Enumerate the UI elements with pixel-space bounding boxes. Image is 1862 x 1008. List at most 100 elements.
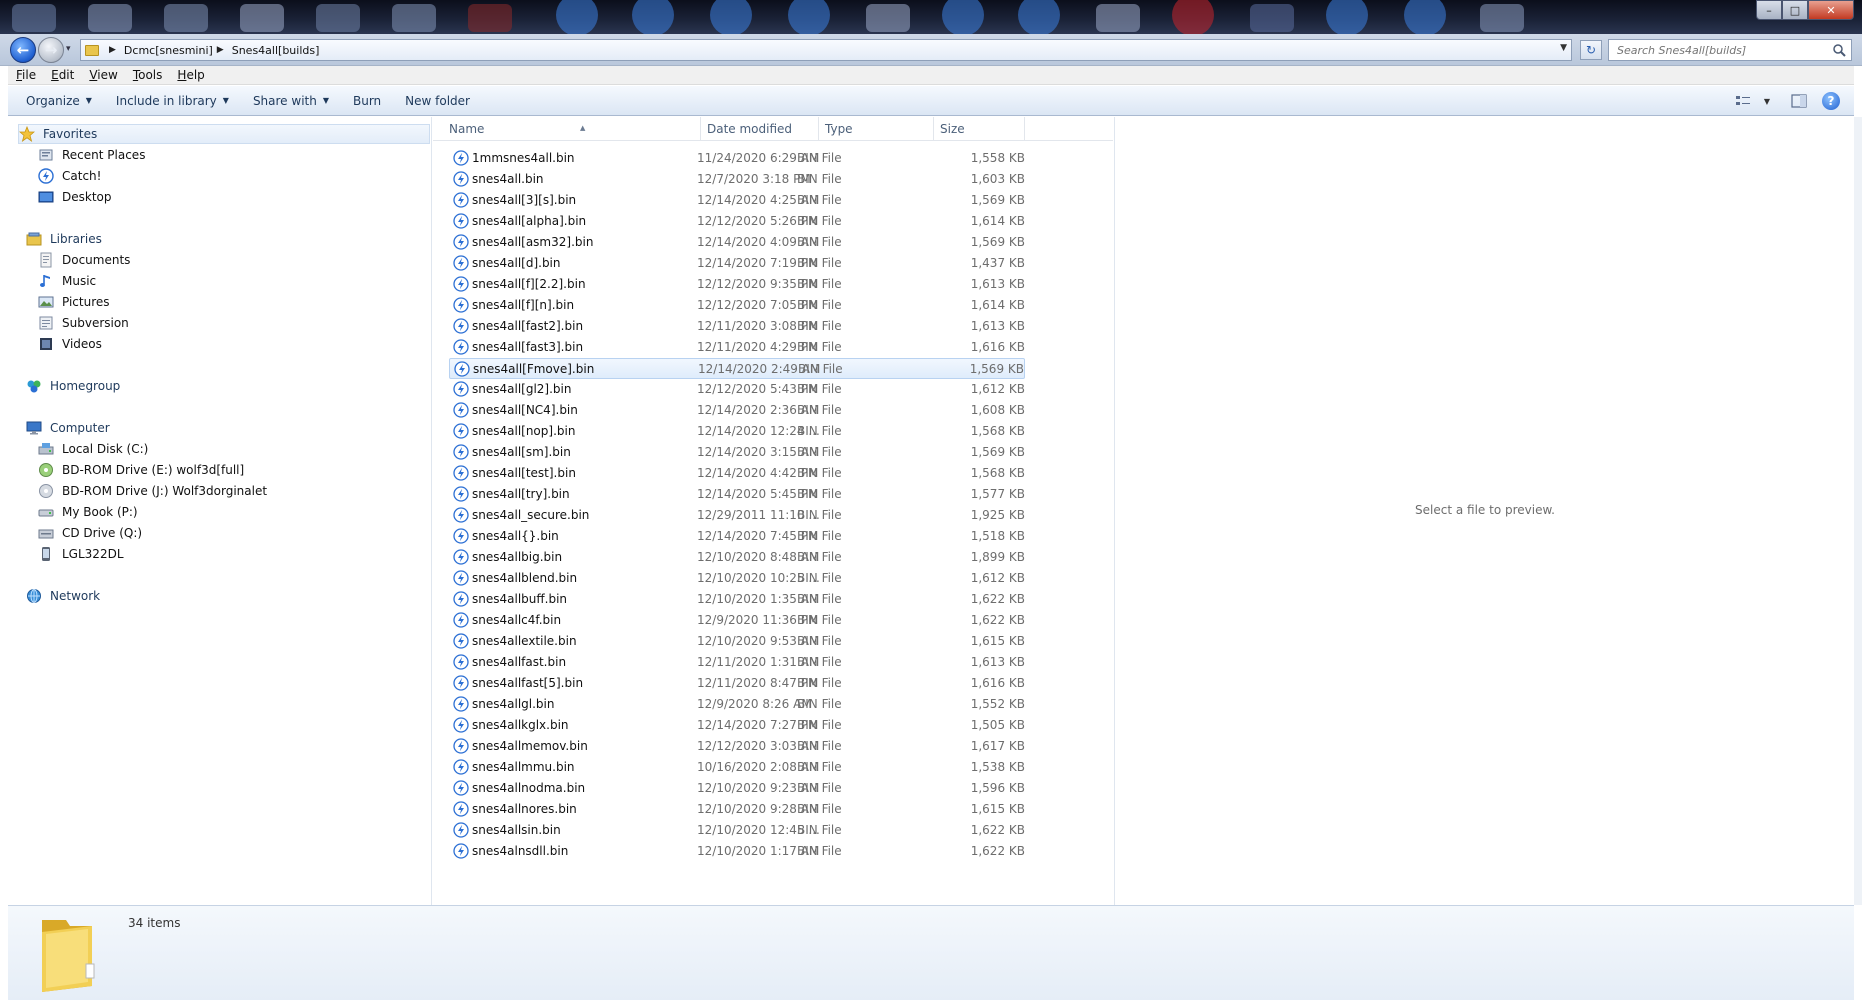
nav-desktop[interactable]: Desktop — [38, 187, 112, 207]
column-header-size[interactable]: Size — [934, 117, 1025, 141]
file-row[interactable]: snes4allnodma.bin 12/10/2020 9:23 AM BIN F… — [449, 778, 1025, 799]
file-row[interactable]: snes4allmemov.bin 12/12/2020 3:03 AM BIN F… — [449, 736, 1025, 757]
nav-videos[interactable]: Videos — [38, 334, 102, 354]
minimize-button[interactable]: – — [1756, 0, 1782, 20]
nav-my-book-p[interactable]: My Book (P:) — [38, 502, 138, 522]
blurred-icon — [1480, 4, 1524, 32]
nav-music[interactable]: Music — [38, 271, 96, 291]
nav-recent-places[interactable]: Recent Places — [38, 145, 145, 165]
file-row[interactable]: snes4allnores.bin 12/10/2020 9:28 AM BIN F… — [449, 799, 1025, 820]
file-row[interactable]: snes4all[Fmove].bin 12/14/2020 2:49 AM BIN… — [449, 358, 1025, 379]
nav-local-disk-c[interactable]: Local Disk (C:) — [38, 439, 148, 459]
file-row[interactable]: snes4all[gl2].bin 12/12/2020 5:43 PM BIN F… — [449, 379, 1025, 400]
file-row[interactable]: snes4all[asm32].bin 12/14/2020 4:09 AM BIN… — [449, 232, 1025, 253]
blurred-icon — [164, 4, 208, 32]
file-row[interactable]: 1mmsnes4all.bin 11/24/2020 6:29 AM BIN Fil… — [449, 148, 1025, 169]
burn-button[interactable]: Burn — [353, 94, 381, 108]
view-options-dropdown-icon[interactable]: ▼ — [1756, 90, 1778, 112]
desktop-icon — [38, 189, 54, 205]
back-button[interactable]: ← — [10, 37, 36, 63]
file-row[interactable]: snes4all_secure.bin 12/29/2011 11:10 ... B… — [449, 505, 1025, 526]
nav-libraries[interactable]: Libraries — [26, 229, 102, 249]
nav-item-label: Desktop — [62, 190, 112, 204]
file-row[interactable]: snes4allextile.bin 12/10/2020 9:53 AM BIN … — [449, 631, 1025, 652]
file-row[interactable]: snes4allbuff.bin 12/10/2020 1:35 AM BIN Fi… — [449, 589, 1025, 610]
file-row[interactable]: snes4all[try].bin 12/14/2020 5:45 PM BIN F… — [449, 484, 1025, 505]
file-row[interactable]: snes4allkglx.bin 12/14/2020 7:27 PM BIN Fi… — [449, 715, 1025, 736]
refresh-button[interactable]: ↻ — [1580, 40, 1602, 60]
help-button[interactable]: ? — [1820, 90, 1842, 112]
new-folder-button[interactable]: New folder — [405, 94, 470, 108]
file-name: snes4allfast[5].bin — [472, 676, 584, 690]
close-button[interactable]: ✕ — [1808, 0, 1854, 20]
file-row[interactable]: snes4all[test].bin 12/14/2020 4:42 PM BIN … — [449, 463, 1025, 484]
nav-bd-rom-e[interactable]: BD-ROM Drive (E:) wolf3d[full] — [38, 460, 244, 480]
nav-item-label: Documents — [62, 253, 131, 267]
file-size: 1,622 KB — [970, 592, 1025, 606]
file-row[interactable]: snes4all[nop].bin 12/14/2020 12:24 ... BIN… — [449, 421, 1025, 442]
search-box[interactable] — [1608, 39, 1852, 61]
column-header-name[interactable]: Name ▲ — [443, 117, 701, 141]
search-icon[interactable] — [1832, 43, 1846, 57]
nav-cd-drive-q[interactable]: CD Drive (Q:) — [38, 523, 142, 543]
blurred-icon — [1404, 0, 1446, 34]
file-row[interactable]: snes4all[sm].bin 12/14/2020 3:15 AM BIN Fi… — [449, 442, 1025, 463]
nav-catch[interactable]: Catch! — [38, 166, 101, 186]
nav-favorites[interactable]: Favorites — [18, 124, 430, 144]
breadcrumb-item[interactable]: Dcmc[snesmini] — [124, 44, 213, 57]
nav-network[interactable]: Network — [26, 586, 100, 606]
recent-pages-dropdown-icon[interactable]: ▾ — [66, 44, 71, 54]
preview-pane-toggle-icon[interactable] — [1788, 90, 1810, 112]
nav-documents[interactable]: Documents — [38, 250, 130, 270]
maximize-button[interactable]: □ — [1782, 0, 1808, 20]
file-row[interactable]: snes4allfast.bin 12/11/2020 1:31 AM BIN Fi… — [449, 652, 1025, 673]
chevron-right-icon[interactable]: ▶ — [109, 45, 116, 55]
file-row[interactable]: snes4allfast[5].bin 12/11/2020 8:47 PM BIN… — [449, 673, 1025, 694]
file-row[interactable]: snes4all{}.bin 12/14/2020 7:45 PM BIN File… — [449, 526, 1025, 547]
file-row[interactable]: snes4all[f][2.2].bin 12/12/2020 9:35 PM BI… — [449, 274, 1025, 295]
nav-bd-rom-j[interactable]: BD-ROM Drive (J:) Wolf3dorginalet — [38, 481, 267, 501]
chevron-right-icon[interactable]: ▶ — [217, 45, 224, 55]
nav-lgl322dl[interactable]: LGL322DL — [38, 544, 124, 564]
share-with-button[interactable]: Share with ▼ — [253, 94, 329, 108]
include-in-library-button[interactable]: Include in library ▼ — [116, 94, 229, 108]
menu-edit[interactable]: Edit — [51, 68, 74, 82]
change-view-icon[interactable] — [1732, 90, 1754, 112]
bin-file-icon — [453, 192, 469, 208]
bin-file-icon — [453, 213, 469, 229]
address-bar[interactable]: ▶ Dcmc[snesmini] ▶ Snes4all[builds] ▼ — [80, 39, 1572, 61]
file-row[interactable]: snes4all[f][n].bin 12/12/2020 7:05 PM BIN … — [449, 295, 1025, 316]
file-row[interactable]: snes4all.bin 12/7/2020 3:18 PM BIN File 1,6… — [449, 169, 1025, 190]
menu-help[interactable]: Help — [177, 68, 204, 82]
organize-button[interactable]: Organize ▼ — [26, 94, 92, 108]
column-header-date[interactable]: Date modified — [701, 117, 819, 141]
nav-subversion[interactable]: Subversion — [38, 313, 129, 333]
file-row[interactable]: snes4allc4f.bin 12/9/2020 11:36 PM BIN Fil… — [449, 610, 1025, 631]
menu-view[interactable]: View — [89, 68, 117, 82]
file-row[interactable]: snes4all[NC4].bin 12/14/2020 2:36 AM BIN F… — [449, 400, 1025, 421]
nav-pictures[interactable]: Pictures — [38, 292, 110, 312]
file-row[interactable]: snes4all[3][s].bin 12/14/2020 4:25 AM BIN … — [449, 190, 1025, 211]
include-in-library-label: Include in library — [115, 93, 217, 108]
file-name: snes4allmmu.bin — [472, 760, 575, 774]
column-header-type[interactable]: Type — [819, 117, 934, 141]
file-row[interactable]: snes4alnsdll.bin 12/10/2020 1:17 AM BIN Fi… — [449, 841, 1025, 862]
file-row[interactable]: snes4all[fast2].bin 12/11/2020 3:08 PM BIN… — [449, 316, 1025, 337]
file-row[interactable]: snes4allsin.bin 12/10/2020 12:45 ... BIN F… — [449, 820, 1025, 841]
address-dropdown-icon[interactable]: ▼ — [1560, 43, 1567, 53]
file-row[interactable]: snes4allmmu.bin 10/16/2020 2:08 AM BIN Fil… — [449, 757, 1025, 778]
forward-button[interactable]: → — [38, 37, 64, 63]
search-input[interactable] — [1609, 40, 1819, 60]
file-row[interactable]: snes4all[d].bin 12/14/2020 7:19 PM BIN Fil… — [449, 253, 1025, 274]
file-row[interactable]: snes4allblend.bin 12/10/2020 10:25 ... BIN… — [449, 568, 1025, 589]
nav-homegroup[interactable]: Homegroup — [26, 376, 120, 396]
column-header-label: Name — [449, 122, 485, 136]
file-row[interactable]: snes4all[fast3].bin 12/11/2020 4:29 PM BIN… — [449, 337, 1025, 358]
file-row[interactable]: snes4allbig.bin 12/10/2020 8:48 AM BIN Fil… — [449, 547, 1025, 568]
menu-file[interactable]: File — [16, 68, 36, 82]
file-row[interactable]: snes4allgl.bin 12/9/2020 8:26 AM BIN File 1… — [449, 694, 1025, 715]
file-row[interactable]: snes4all[alpha].bin 12/12/2020 5:26 PM BIN… — [449, 211, 1025, 232]
menu-tools[interactable]: Tools — [133, 68, 163, 82]
breadcrumb-item[interactable]: Snes4all[builds] — [232, 44, 320, 57]
nav-computer[interactable]: Computer — [26, 418, 110, 438]
